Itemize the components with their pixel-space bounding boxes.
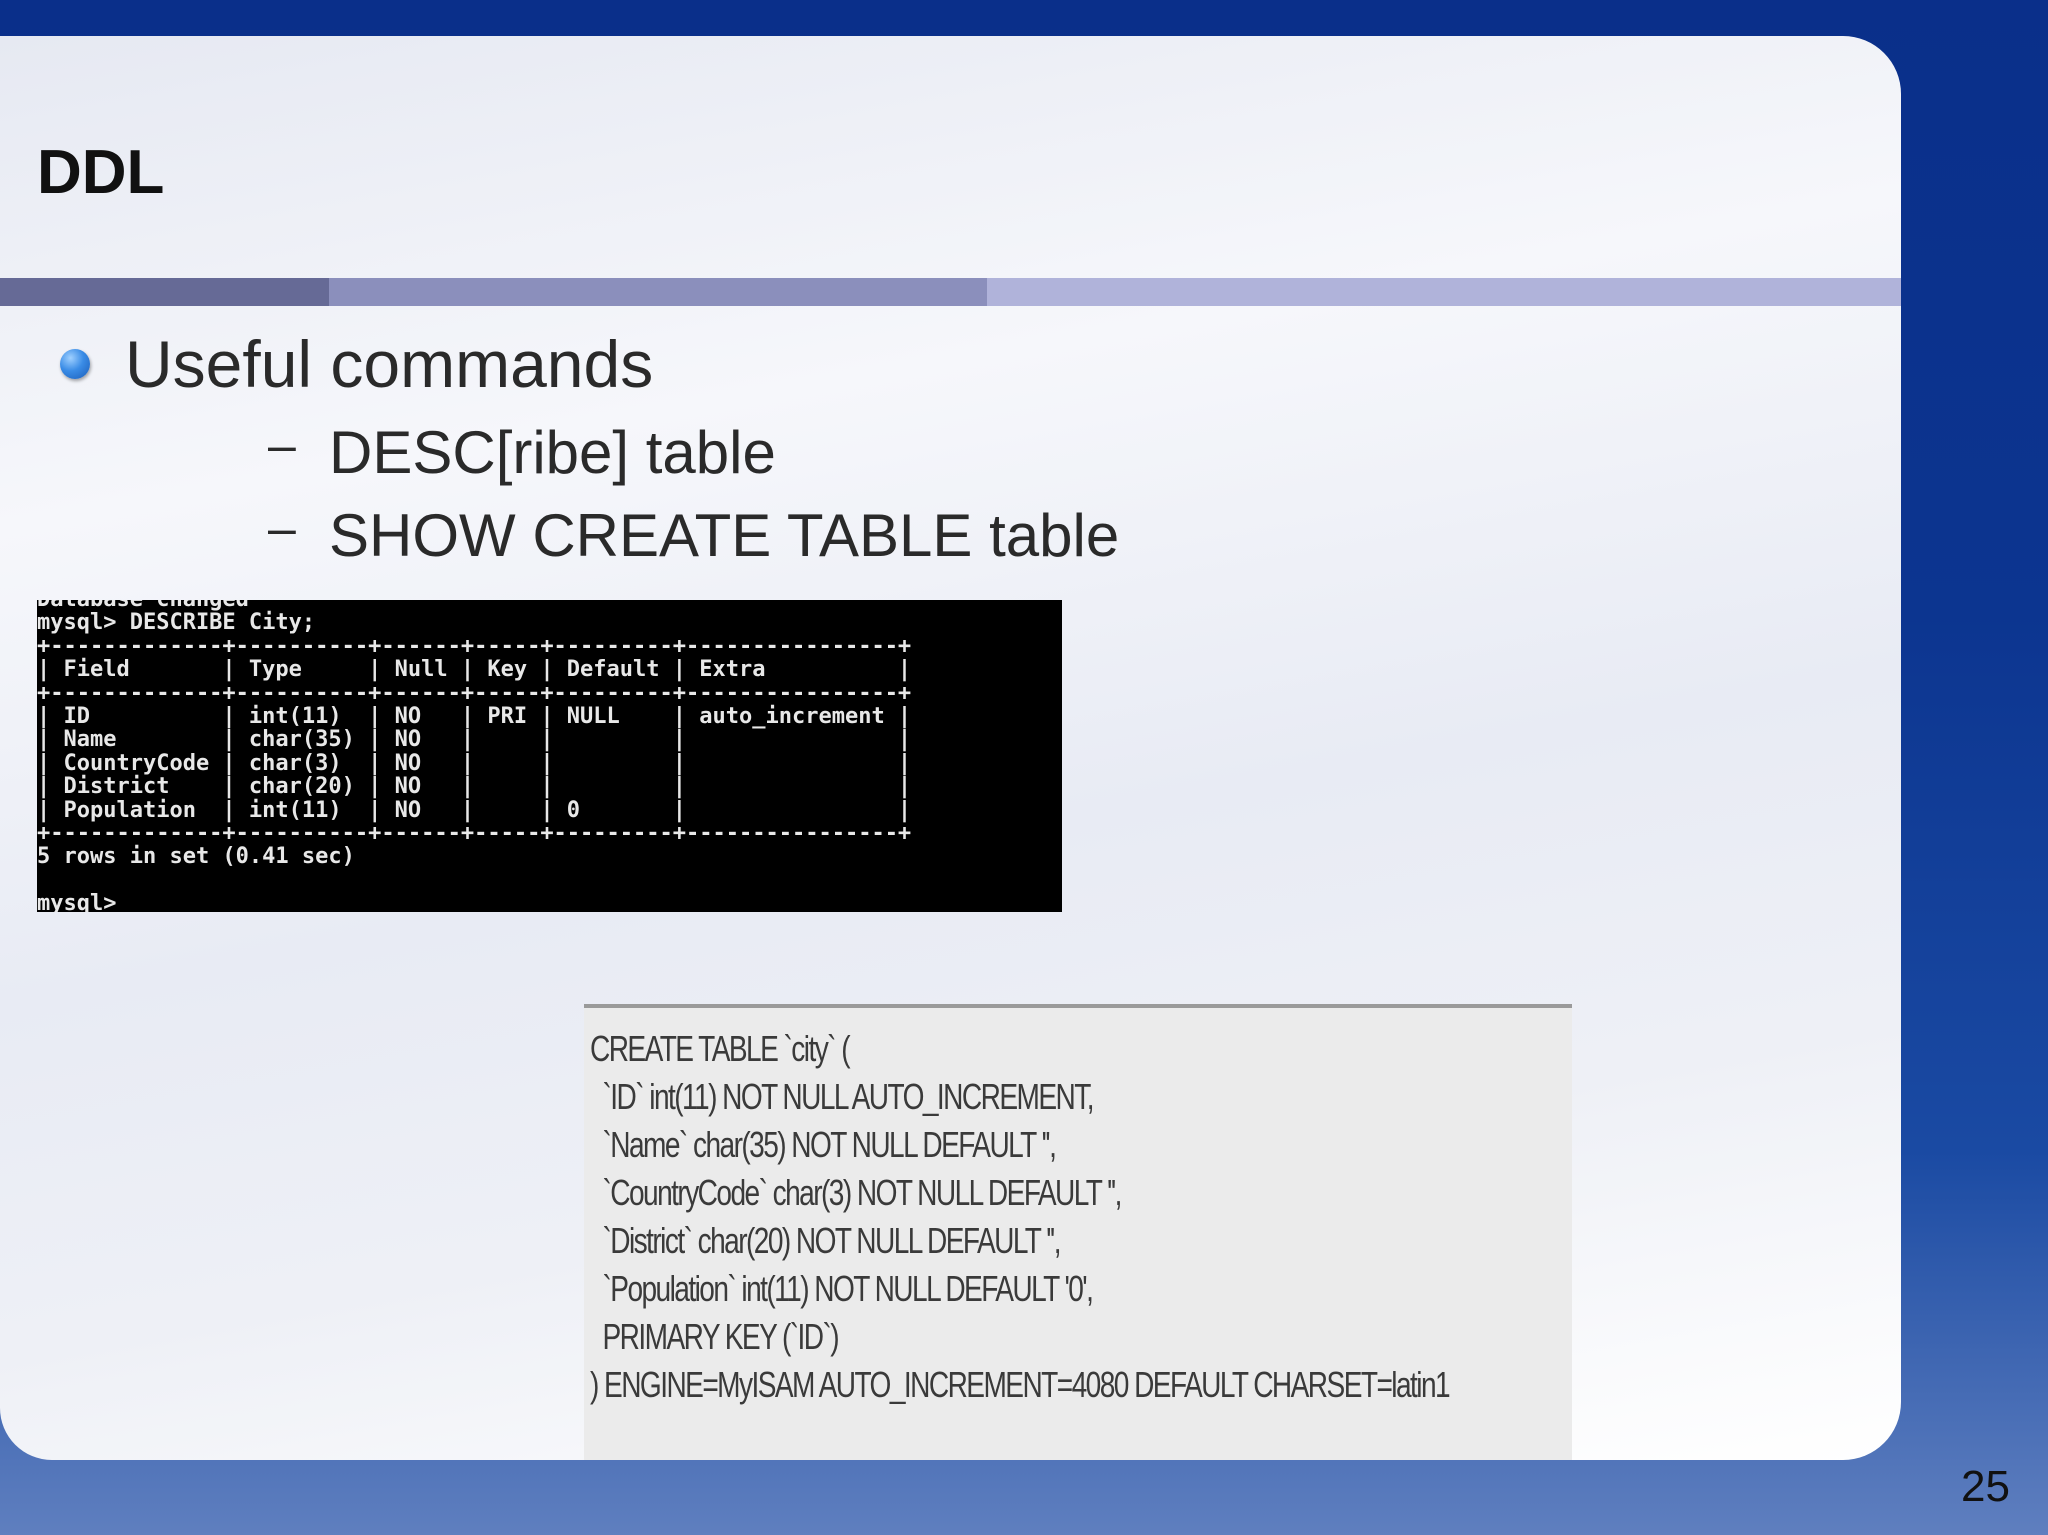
slide-title: DDL [37,138,165,207]
sub-bullet-describe: DESC[ribe] table [329,419,776,486]
show-create-table-output: CREATE TABLE `city` ( `ID` int(11) NOT N… [584,1004,1572,1460]
mysql-console-screenshot: Database changed mysql> DESCRIBE City; +… [37,600,1062,912]
create-line: `Population` int(11) NOT NULL DEFAULT '0… [590,1268,1093,1309]
create-line: CREATE TABLE `city` ( [590,1028,851,1069]
create-line: ) ENGINE=MyISAM AUTO_INCREMENT=4080 DEFA… [590,1364,1451,1405]
create-line: `Name` char(35) NOT NULL DEFAULT '', [590,1124,1056,1165]
console-output: Database changed mysql> DESCRIBE City; +… [37,600,911,912]
console-line: mysql> DESCRIBE City; [37,610,316,636]
create-line: `CountryCode` char(3) NOT NULL DEFAULT '… [590,1172,1122,1213]
create-line: `District` char(20) NOT NULL DEFAULT '', [590,1220,1061,1261]
console-line: mysql> [37,891,117,912]
create-line: PRIMARY KEY (`ID`) [590,1316,839,1357]
console-line: +-------------+----------+------+-----+-… [37,633,912,659]
console-line: | CountryCode | char(3) | NO | | | | [37,750,912,776]
create-line: `ID` int(11) NOT NULL AUTO_INCREMENT, [590,1076,1094,1117]
sub-bullet-dash: – [268,417,296,473]
console-line: +-------------+----------+------+-----+-… [37,821,912,847]
console-line: | Population | int(11) | NO | | 0 | | [37,797,912,823]
title-rule-segment-1 [0,278,329,306]
console-line: | ID | int(11) | NO | PRI | NULL | auto_… [37,704,912,730]
console-line: | Field | Type | Null | Key | Default | … [37,657,912,683]
slide-card: DDL Useful commands – DESC[ribe] table –… [0,36,1901,1460]
bullet-useful-commands: Useful commands [125,327,654,401]
title-rule-segment-2 [329,278,987,306]
title-rule-segment-3 [987,278,1901,306]
console-line: | District | char(20) | NO | | | | [37,774,912,800]
console-line: | Name | char(35) | NO | | | | [37,727,912,753]
page-number: 25 [1961,1462,2010,1511]
console-line: +-------------+----------+------+-----+-… [37,680,912,706]
console-line: 5 rows in set (0.41 sec) [37,844,355,870]
sub-bullet-show-create: SHOW CREATE TABLE table [329,502,1120,569]
sub-bullet-dash: – [268,500,296,556]
bullet-dot-icon [60,349,90,379]
